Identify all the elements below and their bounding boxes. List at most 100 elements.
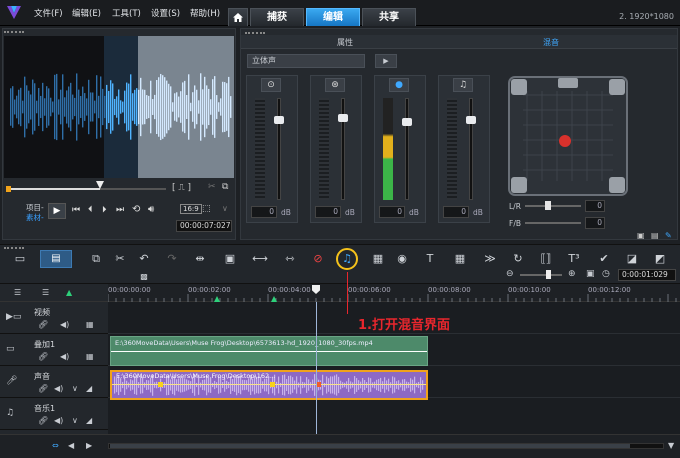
chevron-down-icon[interactable]: ∨ [222, 204, 228, 213]
mixer-play-button[interactable]: ▶ [375, 54, 397, 68]
tab-edit[interactable]: 编辑 [306, 8, 360, 26]
checklist-icon[interactable]: ✔ [596, 251, 612, 267]
mute-icon[interactable]: ◀) [60, 352, 69, 361]
track-name[interactable]: 声音 [34, 371, 50, 382]
mute-icon[interactable]: ◀) [54, 416, 63, 425]
volume-up-icon[interactable]: ◢ [86, 384, 92, 393]
fit-timeline-icon[interactable]: ⇹ [192, 251, 208, 267]
toolbar-timecode[interactable]: 0:00:01:029 [618, 269, 676, 281]
clock-icon[interactable]: ◷ [602, 269, 610, 279]
master-channel-icon[interactable]: ⊙ [261, 78, 281, 92]
volume-up-icon[interactable]: ◢ [86, 416, 92, 425]
redo-icon[interactable]: ↷ [164, 251, 180, 267]
timecode-display[interactable]: 00:00:07:027 [176, 220, 232, 232]
track-manager-icon[interactable]: ☰ [14, 288, 21, 297]
link-icon[interactable]: 🔗︎ [38, 352, 48, 361]
lr-slider-thumb[interactable] [545, 201, 551, 210]
undo-icon[interactable]: ↶ [136, 251, 152, 267]
auto-music-icon[interactable]: ⊘ [310, 251, 326, 267]
fader-thumb[interactable] [338, 114, 348, 122]
zoom-out-icon[interactable]: ⊖ [506, 269, 514, 279]
storyboard-view-icon[interactable]: ▭ [12, 251, 28, 267]
timeline-ruler[interactable]: 00:00:00:00 00:00:02:00 00:00:04:00 00:0… [108, 284, 680, 302]
grid-icon[interactable]: ▦ [452, 251, 468, 267]
track-grid-icon[interactable]: ▦ [86, 320, 94, 329]
add-marker-icon[interactable]: ▲ [66, 288, 72, 297]
fb-value[interactable]: 0 [585, 217, 605, 229]
go-start-icon[interactable]: ⏮ [72, 205, 80, 215]
play-button[interactable]: ▶ [48, 203, 66, 219]
title-icon[interactable]: T [422, 251, 438, 267]
scroll-right-icon[interactable]: ▶ [86, 441, 92, 450]
tab-share[interactable]: 共享 [362, 8, 416, 26]
music-channel-icon[interactable]: ♫ [453, 78, 473, 92]
chevron-down-icon[interactable]: ∨ [72, 384, 78, 393]
track-grid-icon[interactable]: ▦ [86, 352, 94, 361]
home-tab[interactable] [228, 8, 248, 26]
channel-db-value[interactable]: 0 [315, 206, 341, 218]
motion-icon[interactable]: ⇿ [282, 251, 298, 267]
link-icon[interactable]: 🔗︎ [38, 320, 48, 329]
3d-title-icon[interactable]: T³ [566, 251, 582, 267]
chapter-icon[interactable]: ☰ [42, 288, 49, 297]
tools-icon[interactable]: ✂ [112, 251, 128, 267]
surround-field[interactable] [507, 75, 629, 197]
sound-mixer-button[interactable]: ♫ [336, 248, 358, 270]
fit-screen-icon[interactable]: ⬚ [202, 204, 211, 214]
menu-help[interactable]: 帮助(H) [190, 7, 220, 19]
subtitle-icon[interactable]: ▦ [370, 251, 386, 267]
fit-project-icon[interactable]: ▣ [586, 269, 595, 279]
mixer-layout-icon[interactable]: ▤ [651, 231, 659, 240]
mask-icon[interactable]: ◪ [624, 251, 640, 267]
lr-slider-track[interactable] [525, 205, 581, 207]
clip-icon[interactable]: ◉ [394, 251, 410, 267]
fader-thumb[interactable] [466, 116, 476, 124]
channel-db-value[interactable]: 0 [251, 206, 277, 218]
split-icon[interactable]: ⟷ [252, 251, 268, 267]
fader-track[interactable] [405, 98, 409, 200]
mute-icon[interactable]: ◀) [60, 320, 69, 329]
audio-clip[interactable]: E:\360MoveData\Users\Muse Frog\Desktop\1… [110, 370, 428, 400]
fader-thumb[interactable] [274, 116, 284, 124]
fader-track[interactable] [469, 98, 473, 200]
channel-mode-select[interactable]: 立体声 [247, 54, 365, 68]
timeline-view-button[interactable]: ▤ [40, 250, 72, 268]
link-icon[interactable]: 🔗︎ [38, 384, 48, 393]
zoom-slider-thumb[interactable] [546, 270, 551, 279]
prev-frame-icon[interactable]: ⏴ [88, 205, 93, 215]
scrollbar-thumb[interactable] [110, 444, 630, 448]
multi-track-icon[interactable]: ⧉ [88, 251, 104, 267]
tab-surround[interactable]: 混音 [543, 37, 559, 48]
menu-settings[interactable]: 设置(S) [151, 7, 180, 19]
zoom-slider-track[interactable] [520, 274, 562, 276]
speed-icon[interactable]: ≫ [482, 251, 498, 267]
link-icon[interactable]: 🔗︎ [38, 416, 48, 425]
repeat-icon[interactable]: ⟲ [132, 204, 140, 215]
mute-icon[interactable]: ◀) [54, 384, 63, 393]
next-frame-icon[interactable]: ⏵ [102, 205, 107, 215]
track-manager-button[interactable]: ⇔ [52, 441, 59, 450]
channel-db-value[interactable]: 0 [379, 206, 405, 218]
menu-tools[interactable]: 工具(T) [112, 7, 141, 19]
surround-channel-icon[interactable]: ⊛ [325, 78, 345, 92]
scroll-left-icon[interactable]: ◀ [68, 441, 74, 450]
track-name[interactable]: 叠加1 [34, 339, 55, 350]
track-name[interactable]: 视频 [34, 307, 50, 318]
scene-icon[interactable]: ▩ [136, 269, 152, 285]
rotate-icon[interactable]: ↻ [510, 251, 526, 267]
aspect-ratio-badge[interactable]: 16:9 [180, 204, 202, 214]
volume-icon[interactable]: 🔊︎ [148, 204, 154, 215]
cut-icon[interactable]: ✂ [208, 182, 216, 192]
record-capture-icon[interactable]: ▣ [222, 251, 238, 267]
track-name[interactable]: 音乐1 [34, 403, 55, 414]
expand-icon[interactable]: ◩ [652, 251, 668, 267]
volume-keyframe[interactable] [158, 382, 163, 387]
lr-value[interactable]: 0 [585, 200, 605, 212]
menu-edit[interactable]: 编辑(E) [72, 7, 101, 19]
mixer-edit-icon[interactable]: ✎ [665, 231, 672, 240]
fader-track[interactable] [277, 98, 281, 200]
tab-capture[interactable]: 捕获 [250, 8, 304, 26]
mixer-settings-icon[interactable]: ▣ [637, 231, 645, 240]
voice-channel-icon[interactable]: ● [389, 78, 409, 92]
fb-slider-track[interactable] [525, 222, 581, 224]
